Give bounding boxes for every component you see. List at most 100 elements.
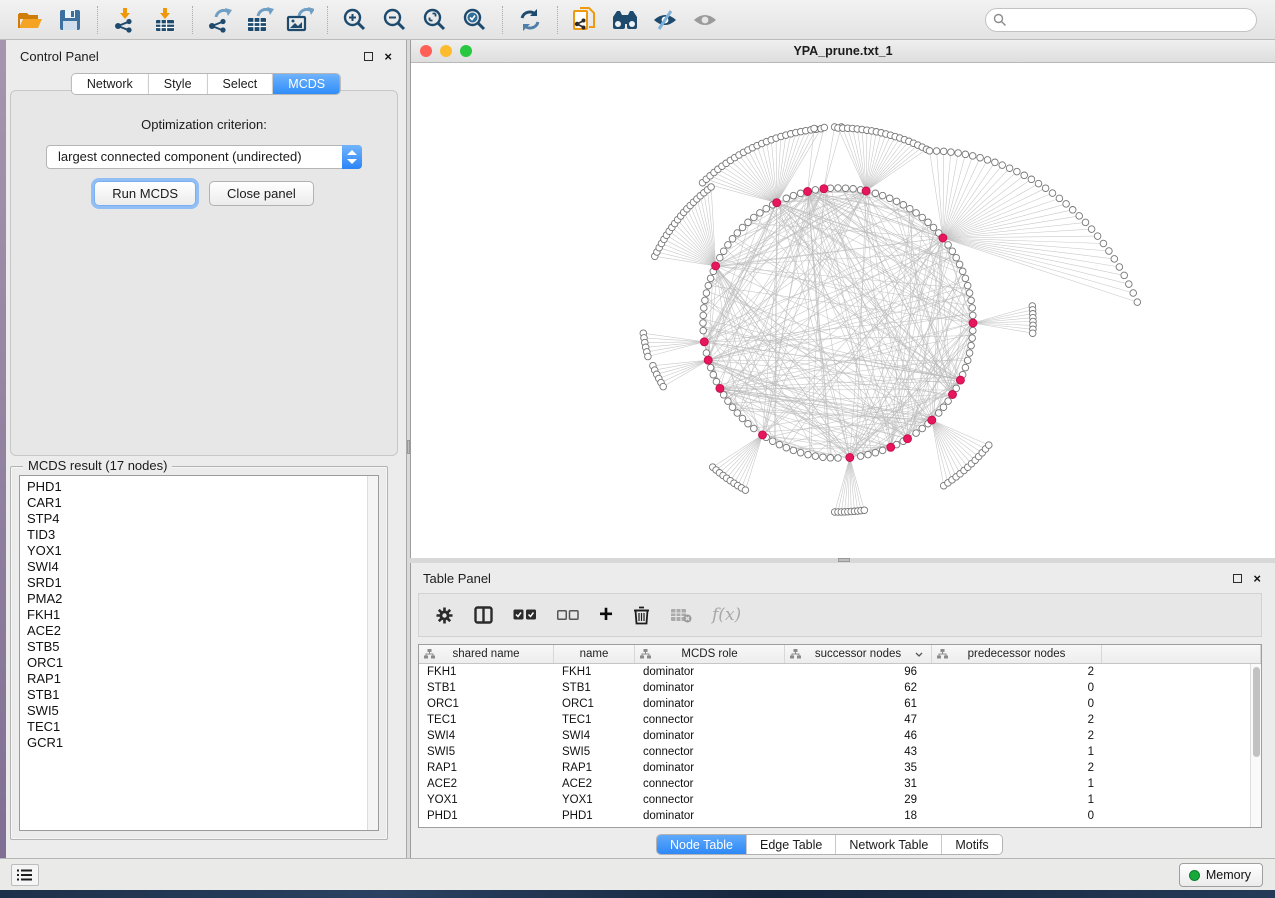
network-satellite-node[interactable] [926,148,933,155]
import-table-icon[interactable] [145,4,185,36]
network-node[interactable] [703,350,710,357]
network-mcds-hub-node[interactable] [887,443,895,451]
network-satellite-node[interactable] [1042,185,1049,192]
clone-network-icon[interactable] [565,4,605,36]
network-node[interactable] [710,371,717,378]
network-satellite-node[interactable] [1014,168,1021,175]
network-mcds-hub-node[interactable] [804,188,812,196]
network-node[interactable] [812,187,819,194]
network-satellite-node[interactable] [742,487,749,494]
network-satellite-node[interactable] [1063,201,1070,208]
search-input[interactable] [985,8,1257,32]
network-node[interactable] [872,449,879,456]
network-satellite-node[interactable] [1126,281,1133,288]
network-node[interactable] [763,205,770,212]
network-satellite-node[interactable] [660,383,667,390]
network-satellite-node[interactable] [1111,256,1118,263]
mcds-result-item[interactable]: GCR1 [27,735,378,751]
network-node[interactable] [757,210,764,217]
network-node[interactable] [729,404,736,411]
network-node[interactable] [956,261,963,268]
network-node[interactable] [935,410,942,417]
tab-node-table[interactable]: Node Table [657,835,746,854]
network-satellite-node[interactable] [1082,219,1089,226]
network-satellite-node[interactable] [1049,190,1056,197]
network-mcds-hub-node[interactable] [862,187,870,195]
network-node[interactable] [969,335,976,342]
network-node[interactable] [805,451,812,458]
network-node[interactable] [835,455,842,462]
import-network-icon[interactable] [105,4,145,36]
mcds-list-scrollbar[interactable] [367,476,378,830]
network-mcds-hub-node[interactable] [759,431,767,439]
mcds-result-item[interactable]: STB1 [27,687,378,703]
network-satellite-node[interactable] [992,159,999,166]
network-satellite-node[interactable] [1094,233,1101,240]
network-node[interactable] [970,312,977,319]
mcds-result-item[interactable]: SWI4 [27,559,378,575]
export-image-icon[interactable] [280,4,320,36]
network-satellite-node[interactable] [1076,213,1083,220]
network-node[interactable] [703,290,710,297]
mcds-result-item[interactable]: SWI5 [27,703,378,719]
close-table-panel-icon[interactable]: × [1253,574,1261,583]
network-satellite-node[interactable] [645,353,652,360]
network-node[interactable] [745,420,752,427]
column-header-shared-name[interactable]: shared name [419,645,554,663]
network-canvas[interactable] [411,63,1275,557]
float-panel-icon[interactable] [364,52,373,61]
network-mcds-hub-node[interactable] [846,454,854,462]
network-satellite-node[interactable] [977,154,984,161]
network-node[interactable] [700,320,707,327]
mcds-result-item[interactable]: STP4 [27,511,378,527]
network-node[interactable] [720,248,727,255]
save-session-icon[interactable] [50,4,90,36]
column-header-predecessor-nodes[interactable]: predecessor nodes [932,645,1102,663]
network-node[interactable] [940,404,947,411]
task-history-button[interactable] [11,864,39,886]
mcds-result-item[interactable]: TEC1 [27,719,378,735]
network-satellite-node[interactable] [1130,290,1137,297]
memory-button[interactable]: Memory [1179,863,1263,887]
network-window-titlebar[interactable]: YPA_prune.txt_1 [411,40,1275,63]
network-satellite-node[interactable] [1028,176,1035,183]
zoom-fit-icon[interactable] [415,4,455,36]
mcds-result-item[interactable]: FKH1 [27,607,378,623]
table-row[interactable]: STB1STB1dominator620 [419,680,1261,696]
table-row[interactable]: ORC1ORC1dominator610 [419,696,1261,712]
table-scrollbar[interactable] [1250,664,1261,827]
mcds-result-item[interactable]: PMA2 [27,591,378,607]
network-node[interactable] [797,190,804,197]
network-satellite-node[interactable] [1035,180,1042,187]
network-node[interactable] [739,224,746,231]
network-node[interactable] [930,224,937,231]
network-mcds-hub-node[interactable] [949,391,957,399]
network-satellite-node[interactable] [933,148,940,155]
network-satellite-node[interactable] [811,125,818,132]
mcds-result-item[interactable]: SRD1 [27,575,378,591]
tab-motifs[interactable]: Motifs [941,835,1001,854]
network-satellite-node[interactable] [955,150,962,157]
show-panels-icon[interactable] [685,4,725,36]
network-node[interactable] [700,327,707,334]
network-node[interactable] [893,198,900,205]
network-mcds-hub-node[interactable] [712,262,720,270]
tab-style[interactable]: Style [148,74,207,94]
network-satellite-node[interactable] [1116,264,1123,271]
network-satellite-node[interactable] [1021,172,1028,179]
network-node[interactable] [700,312,707,319]
network-node[interactable] [964,282,971,289]
refresh-icon[interactable] [510,4,550,36]
network-satellite-node[interactable] [708,184,715,191]
float-table-panel-icon[interactable] [1233,574,1242,583]
network-node[interactable] [962,364,969,371]
network-satellite-node[interactable] [986,442,993,449]
table-row[interactable]: FKH1FKH1dominator962 [419,664,1261,680]
network-satellite-node[interactable] [1134,299,1141,306]
network-mcds-hub-node[interactable] [773,199,781,207]
network-satellite-node[interactable] [1029,330,1036,337]
run-mcds-button[interactable]: Run MCDS [94,181,196,206]
network-node[interactable] [879,192,886,199]
mcds-result-list[interactable]: PHD1CAR1STP4TID3YOX1SWI4SRD1PMA2FKH1ACE2… [19,475,379,831]
mcds-result-item[interactable]: YOX1 [27,543,378,559]
